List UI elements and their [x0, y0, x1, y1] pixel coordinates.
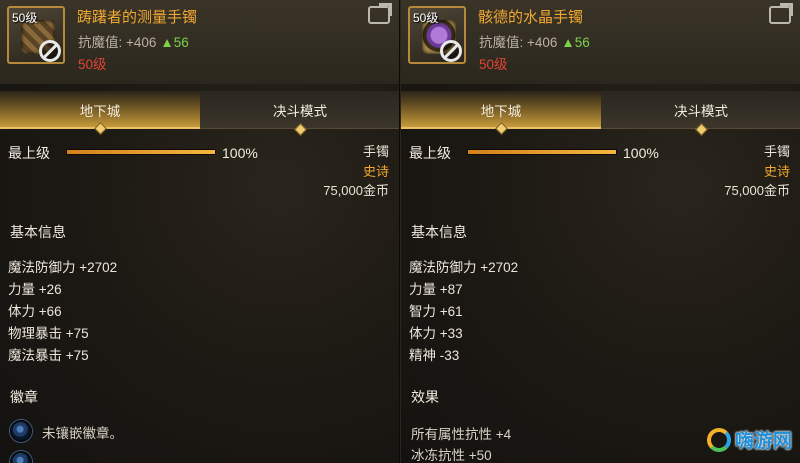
- stat-row: 力量 +26: [8, 282, 62, 297]
- tab-label: 地下城: [79, 104, 121, 119]
- stat-row: 魔法暴击 +75: [8, 348, 89, 363]
- tab-pvp[interactable]: 决斗模式: [200, 91, 399, 136]
- level-badge: 50级: [12, 11, 38, 25]
- basic-info-title: 基本信息: [411, 224, 467, 240]
- level-badge: 50级: [413, 11, 439, 25]
- item-compare-view: 50级 踌躇者的测量手镯 抗魔值: +406 ▲56 50级 地下城 决斗模式 最…: [0, 0, 800, 463]
- grade-percent: 100%: [623, 145, 659, 161]
- required-level: 50级: [479, 57, 508, 72]
- site-watermark: 嗨游网: [706, 426, 792, 453]
- share-icon[interactable]: [368, 6, 390, 24]
- stat-row: 智力 +61: [409, 304, 463, 319]
- item-rarity: 史诗: [362, 164, 389, 179]
- stat-row: 物理暴击 +75: [8, 326, 89, 341]
- stat-list: 魔法防御力 +2702 力量 +26 体力 +66 物理暴击 +75 魔法暴击 …: [8, 257, 117, 367]
- magic-resist-delta: ▲56: [561, 35, 590, 50]
- required-level: 50级: [78, 57, 107, 72]
- item-icon-slot[interactable]: 50级: [408, 6, 466, 64]
- item-tooltip-left: 50级 踌躇者的测量手镯 抗魔值: +406 ▲56 50级 地下城 决斗模式 最…: [0, 0, 400, 463]
- grade-bar-fill: [67, 150, 215, 154]
- item-tooltip-right: 50级 骸德的水晶手镯 抗魔值: +406 ▲56 50级 地下城 决斗模式 最上…: [400, 0, 800, 463]
- magic-resist-line: 抗魔值: +406 ▲56: [479, 31, 590, 51]
- item-name: 骸德的水晶手镯: [478, 9, 584, 26]
- item-rarity: 史诗: [763, 164, 790, 179]
- item-slot-type: 手镯: [763, 144, 790, 159]
- site-watermark-text: 嗨游网: [734, 431, 792, 452]
- mode-tabs: 地下城 决斗模式: [401, 91, 800, 136]
- emblem-slot-text: 未镶嵌徽章。: [42, 426, 123, 441]
- tab-label: 地下城: [480, 104, 522, 119]
- tab-label: 决斗模式: [273, 104, 327, 119]
- tab-dungeon[interactable]: 地下城: [0, 91, 200, 135]
- item-slot-type: 手镯: [362, 144, 389, 159]
- tab-label: 决斗模式: [674, 104, 728, 119]
- tab-diamond-icon: [695, 123, 708, 136]
- stat-list: 魔法防御力 +2702 力量 +87 智力 +61 体力 +33 精神 -33: [409, 257, 518, 367]
- stat-row: 体力 +66: [8, 304, 62, 319]
- item-header: 50级 踌躇者的测量手镯 抗魔值: +406 ▲56 50级: [0, 0, 399, 84]
- item-price: 75,000金币: [724, 183, 790, 198]
- tab-pvp[interactable]: 决斗模式: [601, 91, 800, 136]
- item-price: 75,000金币: [323, 183, 389, 198]
- basic-info-title: 基本信息: [10, 224, 66, 240]
- disabled-icon: [440, 40, 462, 62]
- item-icon-slot[interactable]: 50级: [7, 6, 65, 64]
- grade-bar: [467, 149, 617, 155]
- magic-resist-line: 抗魔值: +406 ▲56: [78, 31, 189, 51]
- site-logo-icon: [706, 427, 731, 452]
- magic-resist-value: 抗魔值: +406: [78, 35, 157, 50]
- tab-diamond-icon: [495, 122, 508, 135]
- stat-row: 魔法防御力 +2702: [8, 260, 118, 275]
- grade-bar: [66, 149, 216, 155]
- effect-row: 冰冻抗性 +50: [411, 448, 492, 463]
- tab-diamond-icon: [94, 122, 107, 135]
- grade-bar-fill: [468, 150, 616, 154]
- stat-row: 力量 +87: [409, 282, 463, 297]
- stat-row: 精神 -33: [409, 348, 460, 363]
- magic-resist-delta: ▲56: [160, 35, 189, 50]
- share-icon[interactable]: [769, 6, 791, 24]
- item-name: 踌躇者的测量手镯: [77, 9, 198, 26]
- magic-resist-value: 抗魔值: +406: [479, 35, 558, 50]
- item-header: 50级 骸德的水晶手镯 抗魔值: +406 ▲56 50级: [401, 0, 800, 84]
- tab-dungeon[interactable]: 地下城: [401, 91, 601, 135]
- tab-diamond-icon: [294, 123, 307, 136]
- mode-tabs: 地下城 决斗模式: [0, 91, 399, 136]
- emblem-title: 徽章: [10, 389, 38, 405]
- emblem-slot-icon[interactable]: [10, 420, 32, 442]
- stat-row: 魔法防御力 +2702: [409, 260, 519, 275]
- effect-row: 所有属性抗性 +4: [411, 427, 512, 442]
- emblem-slot-icon[interactable]: [10, 451, 32, 463]
- grade-percent: 100%: [222, 145, 258, 161]
- disabled-icon: [39, 40, 61, 62]
- grade-label: 最上级: [409, 145, 451, 161]
- stat-row: 体力 +33: [409, 326, 463, 341]
- effect-title: 效果: [411, 389, 439, 405]
- grade-label: 最上级: [8, 145, 50, 161]
